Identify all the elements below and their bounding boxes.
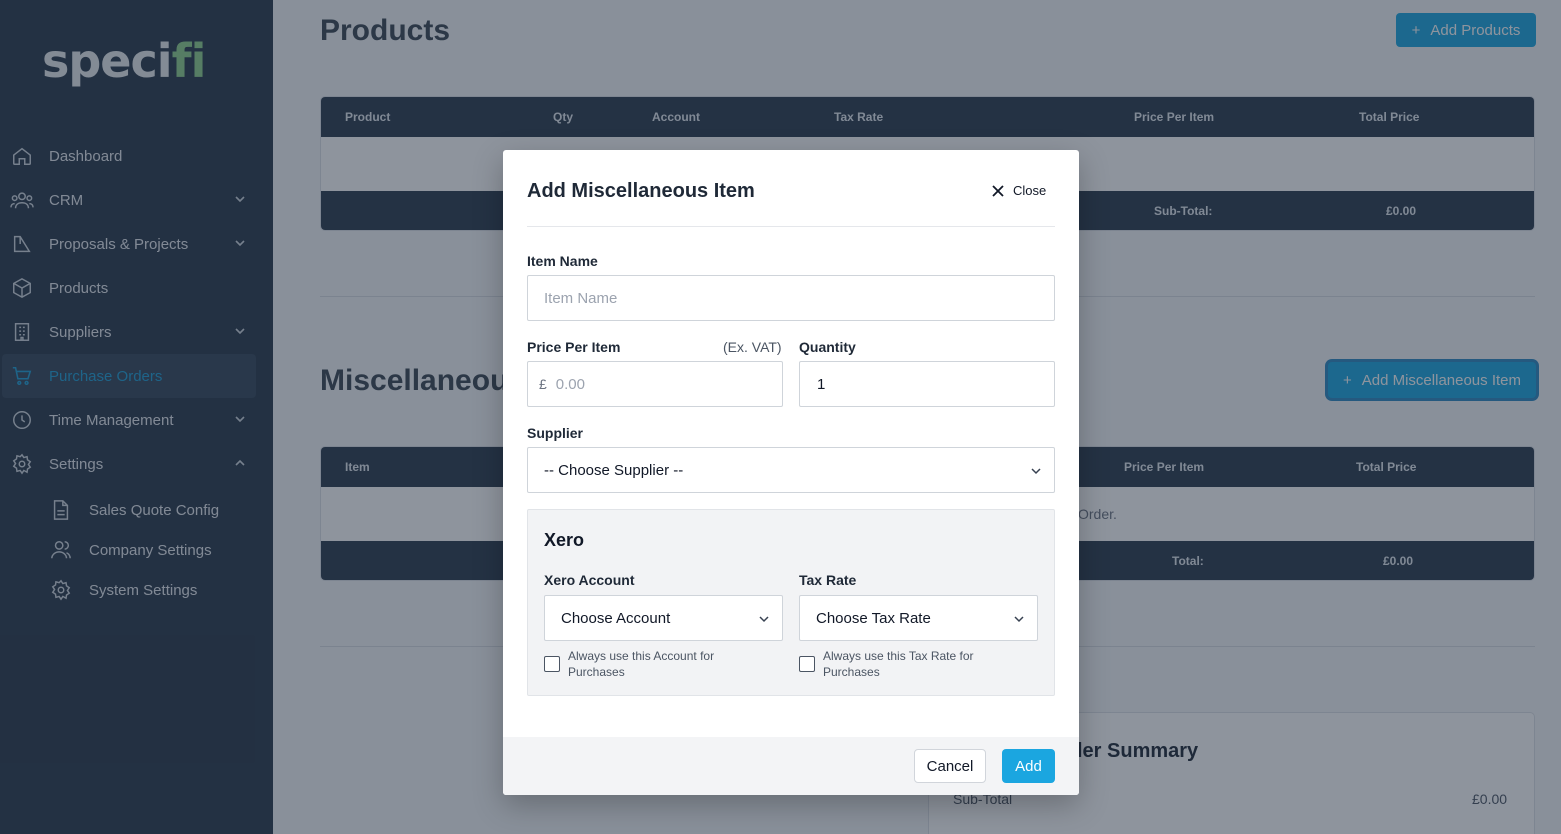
- add-misc-item-modal: Add Miscellaneous Item Close Item Name I…: [503, 150, 1079, 795]
- add-button[interactable]: Add: [1002, 749, 1055, 783]
- item-name-placeholder: Item Name: [544, 289, 618, 307]
- price-per-item-label: Price Per Item: [527, 339, 621, 355]
- tax-rate-label: Tax Rate: [799, 572, 857, 588]
- currency-symbol: £: [539, 376, 547, 392]
- ex-vat-note: (Ex. VAT): [723, 339, 782, 355]
- quantity-value: 1: [817, 375, 826, 393]
- supplier-label: Supplier: [527, 425, 584, 441]
- chevron-down-icon: [1031, 468, 1041, 475]
- xero-account-selected: Choose Account: [561, 609, 671, 627]
- supplier-selected: -- Choose Supplier --: [544, 461, 684, 479]
- always-use-account-label: Always use this Account for Purchases: [568, 649, 715, 679]
- always-use-tax-rate-checkbox[interactable]: [799, 656, 815, 672]
- always-use-account-checkbox[interactable]: [544, 656, 560, 672]
- supplier-select[interactable]: -- Choose Supplier --: [527, 447, 1055, 493]
- price-per-item-input[interactable]: £ 0.00: [527, 361, 783, 407]
- quantity-input[interactable]: 1: [799, 361, 1055, 407]
- chevron-down-icon: [759, 616, 769, 623]
- close-icon: [992, 184, 1004, 197]
- cancel-button[interactable]: Cancel: [914, 749, 986, 783]
- xero-panel: Xero Xero Account Choose Account Always …: [527, 509, 1055, 696]
- xero-title: Xero: [544, 530, 585, 550]
- xero-account-label: Xero Account: [544, 572, 635, 588]
- xero-account-select[interactable]: Choose Account: [544, 595, 783, 641]
- item-name-input[interactable]: Item Name: [527, 275, 1055, 321]
- always-use-tax-rate-label: Always use this Tax Rate for Purchases: [823, 649, 974, 679]
- modal-footer: Cancel Add: [503, 737, 1079, 795]
- modal-title: Add Miscellaneous Item: [527, 180, 755, 202]
- tax-rate-select[interactable]: Choose Tax Rate: [799, 595, 1038, 641]
- quantity-label: Quantity: [799, 339, 856, 355]
- price-placeholder: 0.00: [555, 375, 585, 393]
- close-button[interactable]: Close: [991, 183, 1046, 198]
- item-name-label: Item Name: [527, 253, 598, 269]
- chevron-down-icon: [1014, 616, 1024, 623]
- tax-rate-selected: Choose Tax Rate: [816, 609, 931, 627]
- modal-divider: [527, 226, 1055, 227]
